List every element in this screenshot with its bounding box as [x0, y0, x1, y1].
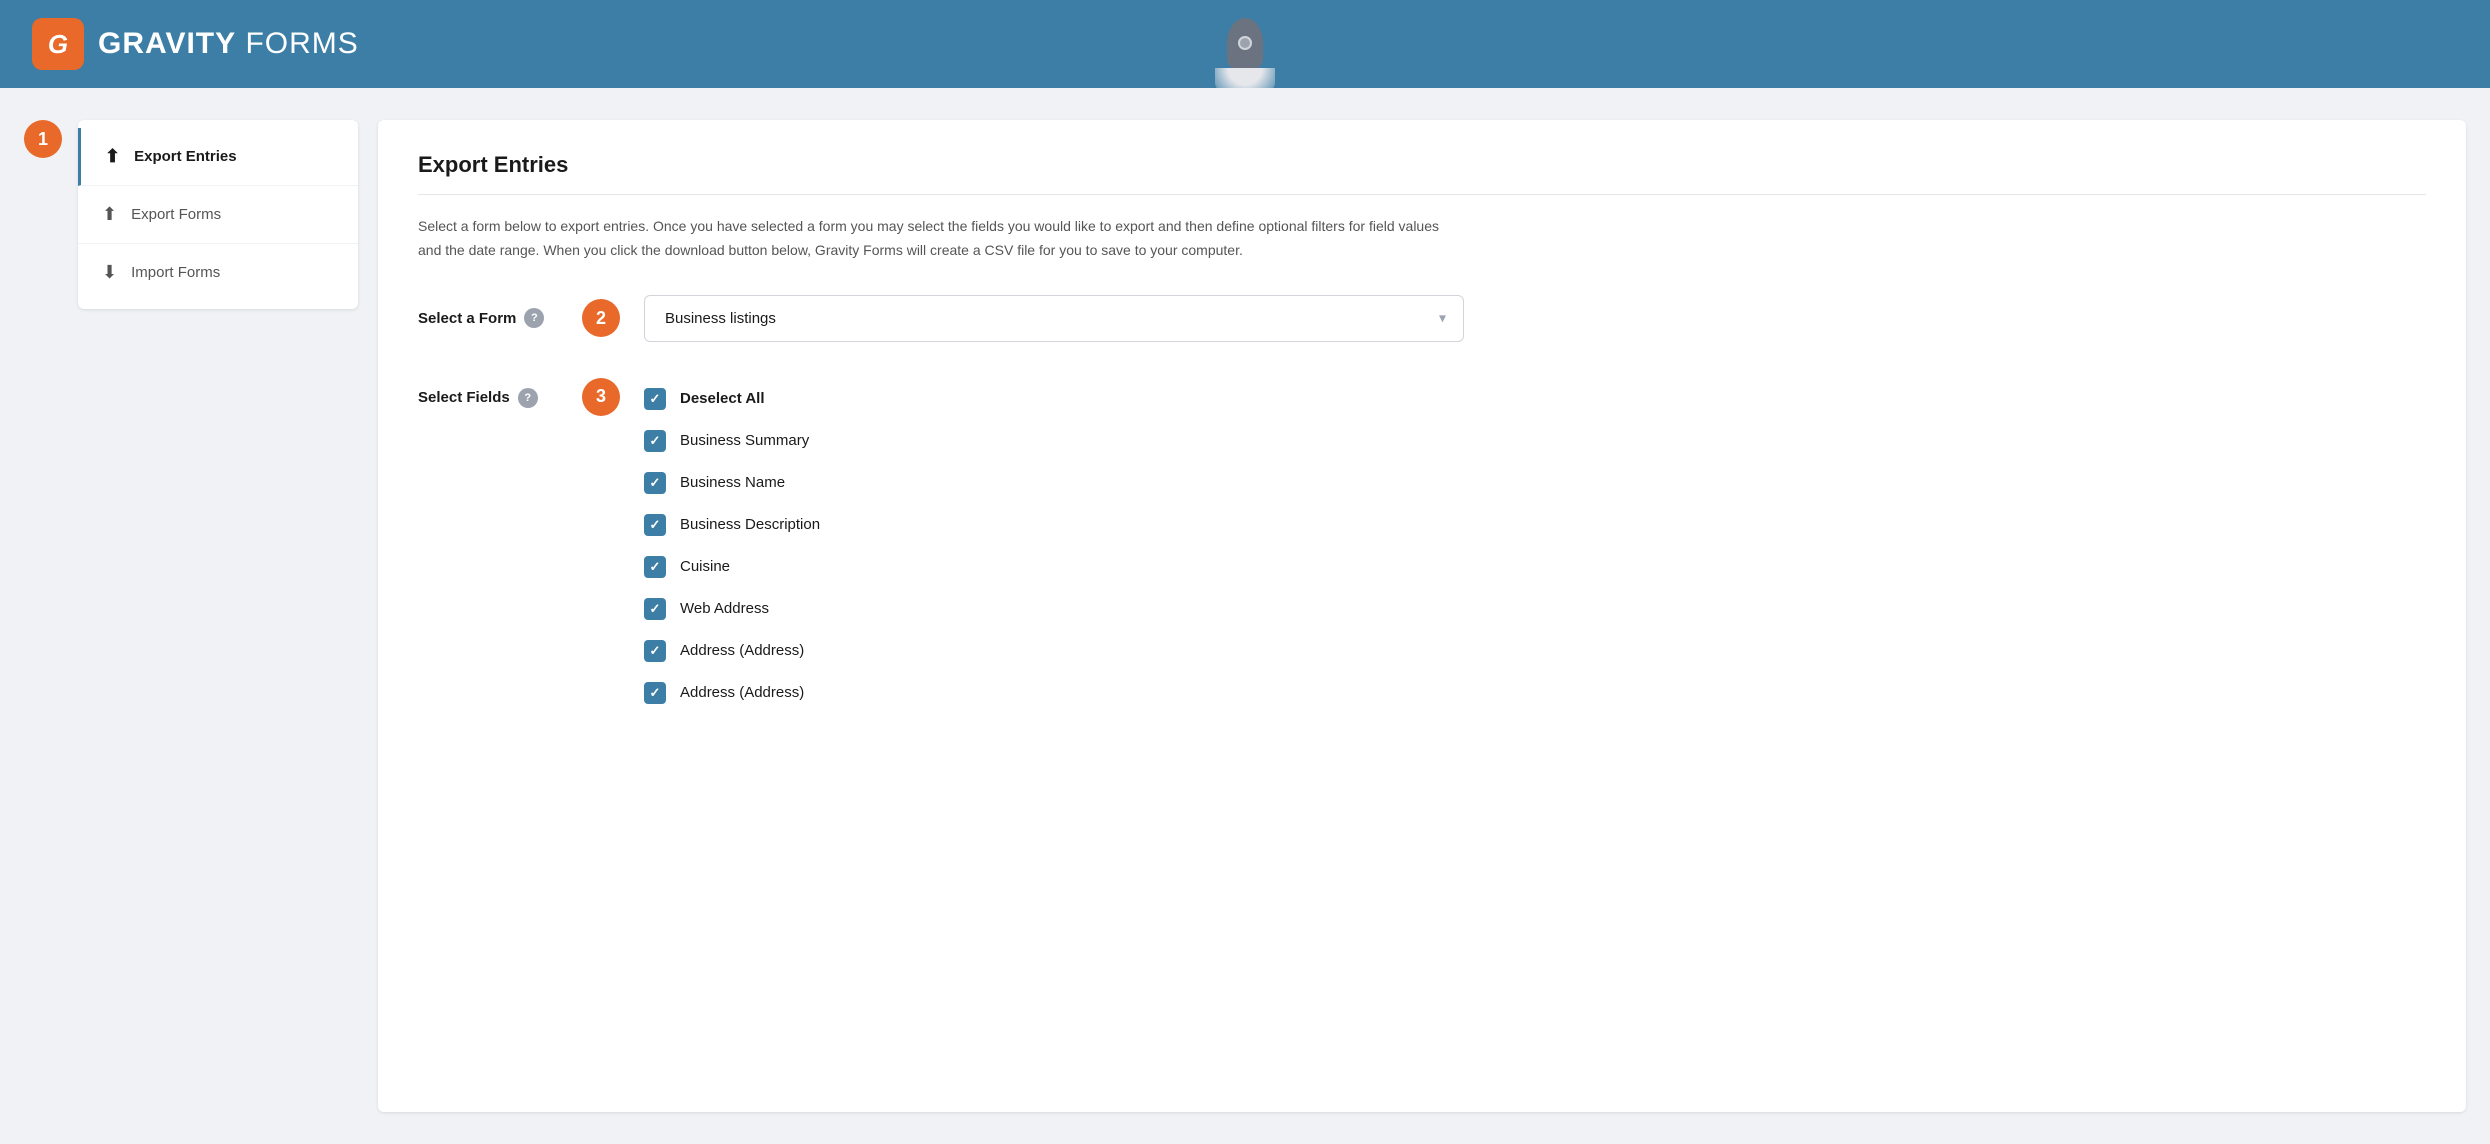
rocket-body [1227, 18, 1263, 68]
sidebar-item-export-entries[interactable]: ⬆ Export Entries [78, 128, 358, 186]
field-label-web-address: Web Address [680, 600, 769, 617]
step-2-badge: 2 [582, 299, 620, 337]
check-icon: ✓ [650, 559, 661, 575]
field-item-cuisine: ✓ Cuisine [644, 546, 1464, 588]
sidebar: ⬆ Export Entries ⬆ Export Forms ⬇ Import… [78, 120, 358, 309]
checkbox-address-2[interactable]: ✓ [644, 682, 666, 704]
select-form-row: Select a Form ? 2 Business listings Cont… [418, 295, 2426, 342]
sidebar-item-label-export-forms: Export Forms [131, 206, 221, 223]
rocket-window [1238, 36, 1252, 50]
check-icon: ✓ [650, 643, 661, 659]
sidebar-item-label-import-forms: Import Forms [131, 264, 220, 281]
export-forms-icon: ⬆ [102, 204, 117, 225]
select-fields-label: Select Fields ? [418, 388, 558, 408]
checkbox-business-summary[interactable]: ✓ [644, 430, 666, 452]
rocket-flame [1215, 68, 1275, 88]
check-icon: ✓ [650, 685, 661, 701]
rocket-illustration [1215, 18, 1275, 88]
field-item-deselect-all: ✓ Deselect All [644, 378, 1464, 420]
field-label-business-summary: Business Summary [680, 432, 809, 449]
export-entries-icon: ⬆ [105, 146, 120, 167]
field-label-address-1: Address (Address) [680, 642, 804, 659]
select-form-help-icon[interactable]: ? [524, 308, 544, 328]
logo-text: GRAVITY FORMS [98, 27, 359, 61]
checkbox-address-1[interactable]: ✓ [644, 640, 666, 662]
logo: G GRAVITY FORMS [32, 18, 359, 70]
checkbox-business-description[interactable]: ✓ [644, 514, 666, 536]
field-label-cuisine: Cuisine [680, 558, 730, 575]
step-3-badge: 3 [582, 378, 620, 416]
content-panel: Export Entries Select a form below to ex… [378, 120, 2466, 1112]
select-fields-help-icon[interactable]: ? [518, 388, 538, 408]
checkbox-web-address[interactable]: ✓ [644, 598, 666, 620]
check-icon: ✓ [650, 433, 661, 449]
field-item-web-address: ✓ Web Address [644, 588, 1464, 630]
check-icon: ✓ [650, 391, 661, 407]
field-label-business-description: Business Description [680, 516, 820, 533]
sidebar-item-import-forms[interactable]: ⬇ Import Forms [78, 244, 358, 301]
step-1-badge: 1 [24, 120, 62, 158]
select-form-wrapper: Business listings Contact Form Survey ▾ [644, 295, 1464, 342]
field-label-business-name: Business Name [680, 474, 785, 491]
fields-list: ✓ Deselect All ✓ Business Summary ✓ B [644, 378, 1464, 714]
import-forms-icon: ⬇ [102, 262, 117, 283]
field-label-address-2: Address (Address) [680, 684, 804, 701]
field-item-business-name: ✓ Business Name [644, 462, 1464, 504]
select-fields-row: Select Fields ? 3 ✓ Deselect All [418, 378, 2426, 714]
field-item-business-description: ✓ Business Description [644, 504, 1464, 546]
field-label-deselect-all: Deselect All [680, 390, 765, 407]
checkbox-business-name[interactable]: ✓ [644, 472, 666, 494]
check-icon: ✓ [650, 517, 661, 533]
check-icon: ✓ [650, 601, 661, 617]
select-form-label: Select a Form ? [418, 308, 558, 328]
description-text: Select a form below to export entries. O… [418, 215, 1458, 263]
field-item-business-summary: ✓ Business Summary [644, 420, 1464, 462]
sidebar-item-label-export-entries: Export Entries [134, 148, 237, 165]
header: G GRAVITY FORMS [0, 0, 2490, 88]
page-title: Export Entries [418, 152, 2426, 195]
sidebar-item-export-forms[interactable]: ⬆ Export Forms [78, 186, 358, 244]
logo-icon: G [32, 18, 84, 70]
field-item-address-2: ✓ Address (Address) [644, 672, 1464, 714]
main-container: 1 ⬆ Export Entries ⬆ Export Forms ⬇ Impo… [0, 88, 2490, 1144]
field-item-address-1: ✓ Address (Address) [644, 630, 1464, 672]
select-form-dropdown[interactable]: Business listings Contact Form Survey [644, 295, 1464, 342]
check-icon: ✓ [650, 475, 661, 491]
checkbox-cuisine[interactable]: ✓ [644, 556, 666, 578]
checkbox-deselect-all[interactable]: ✓ [644, 388, 666, 410]
